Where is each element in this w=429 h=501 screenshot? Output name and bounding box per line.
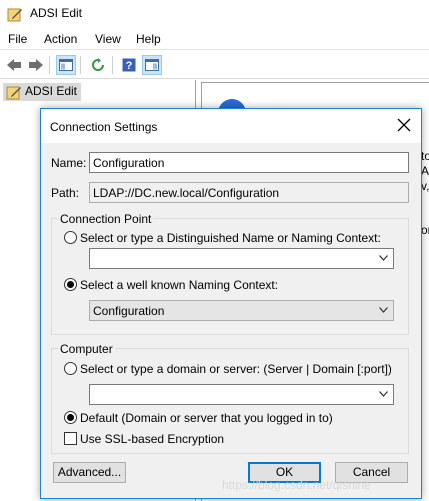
- menu-file[interactable]: File: [8, 32, 27, 46]
- tree-item-label: ADSI Edit: [25, 84, 78, 98]
- connection-settings-dialog: Connection Settings Name: Configuration …: [40, 108, 422, 499]
- path-label: Path:: [51, 186, 80, 200]
- menu-view[interactable]: View: [95, 32, 121, 46]
- details-text-fragment: A: [421, 164, 429, 178]
- domain-server-combo[interactable]: [89, 384, 394, 405]
- details-text-fragment: to: [421, 149, 429, 163]
- dialog-titlebar: Connection Settings: [41, 109, 421, 143]
- connection-point-group-label: Connection Point: [58, 212, 154, 226]
- forward-arrow-icon[interactable]: [26, 55, 46, 75]
- adsi-edit-tree-icon: [6, 84, 22, 103]
- window-title: ADSI Edit: [30, 6, 83, 20]
- svg-text:?: ?: [126, 60, 133, 72]
- toolbar-separator: [80, 56, 81, 74]
- radio-domain-server-label[interactable]: Select or type a domain or server: (Serv…: [80, 362, 392, 376]
- watermark: https://blog.csdn.net/qishine: [222, 478, 371, 492]
- help-icon[interactable]: ?: [119, 55, 139, 75]
- toolbar: ?: [0, 51, 429, 79]
- refresh-icon[interactable]: [88, 55, 108, 75]
- chevron-down-icon: [379, 391, 388, 397]
- close-icon[interactable]: [397, 118, 411, 132]
- well-known-context-value: Configuration: [93, 304, 165, 318]
- back-arrow-icon[interactable]: [4, 55, 24, 75]
- distinguished-name-combo[interactable]: [89, 248, 394, 269]
- chevron-down-icon: [379, 255, 388, 261]
- chevron-down-icon: [379, 307, 388, 313]
- radio-distinguished-name-label[interactable]: Select or type a Distinguished Name or N…: [80, 231, 381, 245]
- menu-action[interactable]: Action: [44, 32, 77, 46]
- action-pane-icon[interactable]: [142, 55, 162, 75]
- advanced-button[interactable]: Advanced...: [53, 462, 126, 483]
- menu-bar: File Action View Help: [0, 28, 429, 50]
- radio-default-domain[interactable]: [64, 411, 77, 424]
- toolbar-separator: [112, 56, 113, 74]
- path-field: LDAP://DC.new.local/Configuration: [89, 182, 409, 203]
- adsi-edit-app-icon: [7, 6, 23, 22]
- details-text-fragment: or: [421, 223, 429, 237]
- tree-item-adsi-edit[interactable]: ADSI Edit: [3, 83, 82, 103]
- window-titlebar: ADSI Edit: [0, 0, 429, 28]
- details-text-fragment: v,: [421, 179, 429, 193]
- well-known-context-dropdown[interactable]: Configuration: [89, 300, 394, 321]
- radio-well-known-context[interactable]: [64, 278, 77, 291]
- computer-group-label: Computer: [58, 342, 115, 356]
- radio-distinguished-name[interactable]: [64, 231, 77, 244]
- dialog-title: Connection Settings: [50, 120, 158, 134]
- radio-domain-server[interactable]: [64, 362, 77, 375]
- ssl-checkbox[interactable]: [64, 432, 77, 445]
- toolbar-separator: [49, 56, 50, 74]
- name-field[interactable]: Configuration: [89, 152, 409, 173]
- console-tree-icon[interactable]: [56, 55, 76, 75]
- radio-default-domain-label[interactable]: Default (Domain or server that you logge…: [80, 411, 333, 425]
- radio-well-known-context-label[interactable]: Select a well known Naming Context:: [80, 278, 278, 292]
- ssl-checkbox-label[interactable]: Use SSL-based Encryption: [80, 432, 224, 446]
- menu-help[interactable]: Help: [136, 32, 161, 46]
- name-label: Name:: [51, 156, 87, 170]
